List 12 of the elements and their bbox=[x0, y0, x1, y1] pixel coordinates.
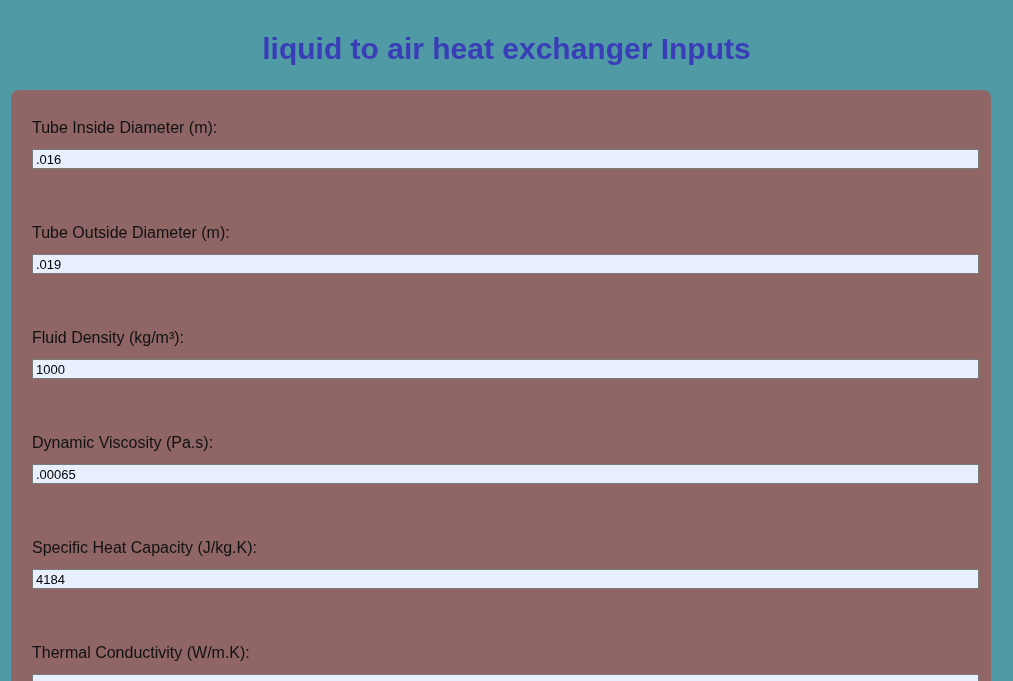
input-field[interactable]: .016 bbox=[32, 149, 979, 169]
input-field[interactable]: 4184 bbox=[32, 569, 979, 589]
input-field[interactable]: .019 bbox=[32, 254, 979, 274]
field-label: Specific Heat Capacity (J/kg.K): bbox=[32, 539, 258, 557]
field-label: Thermal Conductivity (W/m.K): bbox=[32, 644, 251, 662]
field-label: Tube Outside Diameter (m): bbox=[32, 224, 231, 242]
input-field[interactable]: .00065 bbox=[32, 464, 979, 484]
page-title: liquid to air heat exchanger Inputs bbox=[261, 31, 752, 67]
input-field[interactable]: 1000 bbox=[32, 359, 979, 379]
field-label: Dynamic Viscosity (Pa.s): bbox=[32, 434, 215, 452]
field-label: Tube Inside Diameter (m): bbox=[32, 119, 219, 137]
field-label: Fluid Density (kg/m³): bbox=[32, 329, 186, 347]
